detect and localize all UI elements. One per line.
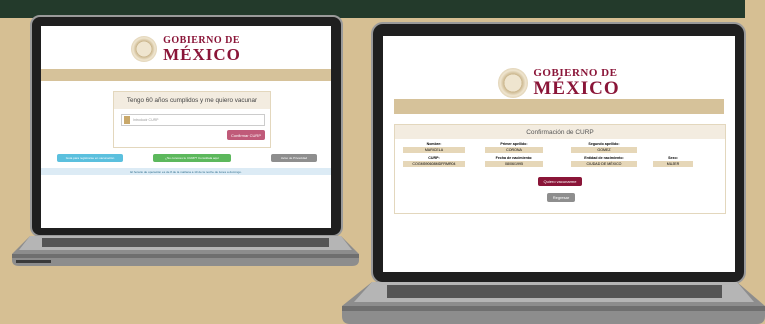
label-fecha-nacimiento: Fecha de nacimiento: — [495, 156, 533, 160]
laptop-left-screen: GOBIERNO DE MÉXICO Tengo 60 años cumplid… — [41, 26, 331, 228]
user-icon — [124, 116, 130, 124]
panel-title-bar: Tengo 60 años cumplidos y me quiero vacu… — [114, 92, 270, 109]
label-entidad-nacimiento: Entidad de nacimiento: — [584, 156, 624, 160]
curp-input[interactable]: Introducir CURP — [121, 114, 265, 126]
value-nombre: MARICELA — [403, 147, 465, 153]
hours-notice: El horario de operación es de 8 de la ma… — [130, 169, 242, 174]
value-fecha-nacimiento: 08/06/1995 — [485, 161, 543, 167]
confirm-curp-button[interactable]: Confirmar CURP — [227, 130, 265, 140]
header-logo: GOBIERNO DE MÉXICO — [41, 34, 331, 64]
header-band — [41, 69, 331, 81]
laptop-right-base — [342, 282, 765, 324]
header-logo-2: GOBIERNO DE MÉXICO — [383, 66, 735, 100]
brand-line1: GOBIERNO DE — [163, 34, 241, 46]
value-entidad-nacimiento: CIUDAD DE MÉXICO — [571, 161, 637, 167]
vaccinate-button[interactable]: Quiero vacunarme — [538, 177, 582, 186]
label-segundo-apellido: Segundo apellido: — [588, 142, 620, 146]
value-segundo-apellido: GOMEZ — [571, 147, 637, 153]
curp-confirmation-panel: Confirmación de CURP Nombre: MARICELA Pr… — [394, 124, 726, 214]
confirmation-title: Confirmación de CURP — [526, 128, 594, 136]
coat-of-arms-icon — [131, 36, 158, 62]
curp-placeholder: Introducir CURP — [133, 118, 159, 122]
label-nombre: Nombre: — [426, 142, 442, 146]
label-primer-apellido: Primer apellido: — [500, 142, 528, 146]
find-curp-button[interactable]: ¿No conoces tu CURP? Consúltala aquí — [153, 154, 231, 162]
value-sexo: MUJER — [653, 161, 693, 167]
back-button[interactable]: Regresar — [547, 193, 575, 202]
top-band-gap — [745, 0, 765, 18]
panel-title: Tengo 60 años cumplidos y me quiero vacu… — [126, 97, 258, 104]
confirmation-title-bar: Confirmación de CURP — [395, 125, 725, 139]
coat-of-arms-icon — [498, 68, 529, 98]
label-curp: CURP: — [428, 156, 440, 160]
brand-line2: MÉXICO — [533, 78, 620, 99]
brand-line2: MÉXICO — [163, 44, 241, 64]
laptop-left-base — [12, 236, 359, 266]
value-primer-apellido: CORONA — [485, 147, 543, 153]
hours-notice-bar: El horario de operación es de 8 de la ma… — [41, 168, 331, 175]
header-band-2 — [394, 99, 724, 114]
label-sexo: Sexo: — [668, 156, 678, 160]
value-curp: COGM590608MDFRMR04 — [403, 161, 465, 167]
guide-button[interactable]: Guía para registrarse en vacunación — [57, 154, 123, 162]
privacy-button[interactable]: Aviso de Privacidad — [271, 154, 317, 162]
laptop-right-screen: GOBIERNO DE MÉXICO Confirmación de CURP … — [383, 36, 735, 272]
vaccination-panel: Tengo 60 años cumplidos y me quiero vacu… — [113, 91, 271, 148]
